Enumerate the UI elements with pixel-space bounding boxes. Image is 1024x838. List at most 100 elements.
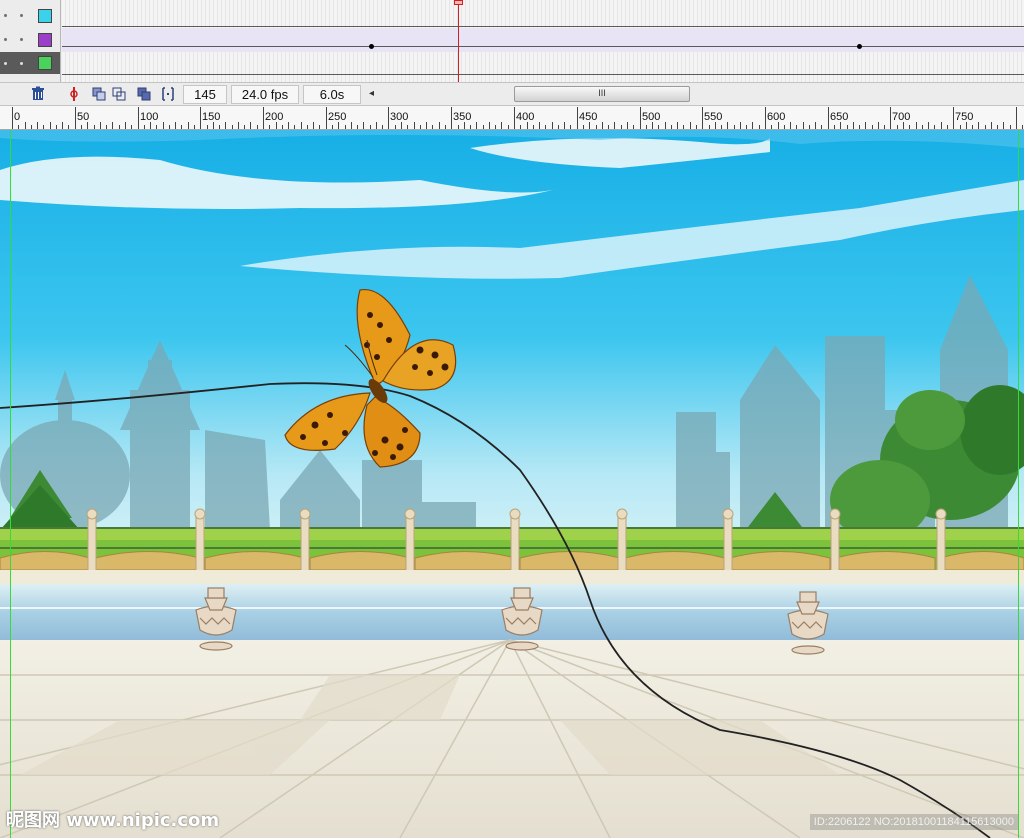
ruler-tick	[671, 125, 672, 129]
ruler-tick	[702, 107, 703, 129]
outline-color-icon[interactable]	[38, 9, 52, 23]
ruler-tick	[43, 125, 44, 129]
stage-left-guide	[10, 130, 11, 838]
watermark-brand: 昵图网 www.nipic.com	[6, 810, 220, 831]
ruler-tick	[796, 125, 797, 129]
ruler-tick	[50, 122, 51, 129]
ruler-tick	[269, 125, 270, 129]
ruler-tick	[37, 122, 38, 129]
ruler-label: 700	[892, 111, 911, 123]
ruler-tick	[834, 125, 835, 129]
frame-row-1[interactable]	[62, 4, 1024, 28]
ruler-tick	[621, 125, 622, 129]
ruler-tick	[683, 125, 684, 129]
center-frame-icon[interactable]	[66, 86, 82, 102]
ruler-tick	[897, 125, 898, 129]
ruler-tick	[646, 125, 647, 129]
ruler-tick	[458, 125, 459, 129]
visibility-dot[interactable]	[20, 62, 23, 65]
ruler-tick	[790, 122, 791, 129]
ruler-tick	[514, 107, 515, 129]
lock-dot[interactable]	[4, 38, 7, 41]
frame-grid[interactable]	[62, 0, 1024, 82]
ruler-tick	[94, 125, 95, 129]
ruler-tick	[200, 107, 201, 129]
layer-row-2[interactable]	[0, 28, 60, 52]
ruler-tick	[376, 122, 377, 129]
elapsed-time-field: 6.0s	[303, 85, 361, 104]
ruler-tick	[232, 125, 233, 129]
onion-skin-icon[interactable]	[91, 86, 107, 102]
modify-markers-icon[interactable]	[160, 86, 176, 102]
horizontal-scrollbar-thumb[interactable]: III	[514, 86, 690, 102]
ruler-tick	[690, 122, 691, 129]
lock-dot[interactable]	[4, 62, 7, 65]
ruler-label: 300	[390, 111, 409, 123]
ruler-tick	[150, 122, 151, 129]
ruler-tick	[18, 125, 19, 129]
onion-skin-outline-icon[interactable]	[111, 86, 127, 102]
ruler-tick	[771, 125, 772, 129]
ruler-tick	[589, 122, 590, 129]
ruler-label: 450	[579, 111, 598, 123]
lock-dot[interactable]	[4, 14, 7, 17]
ruler-tick	[627, 122, 628, 129]
trash-icon[interactable]	[30, 86, 46, 102]
scroll-left-icon[interactable]: ◂	[369, 86, 385, 102]
keyframe[interactable]	[369, 44, 374, 49]
frame-row-2-tween[interactable]	[62, 28, 1024, 52]
ruler-tick	[464, 122, 465, 129]
ruler-tick	[734, 125, 735, 129]
ruler-tick	[276, 122, 277, 129]
ruler-tick	[225, 122, 226, 129]
keyframe[interactable]	[857, 44, 862, 49]
layer-row-3-selected[interactable]	[0, 52, 60, 74]
ruler-tick	[301, 122, 302, 129]
ruler-tick	[1010, 125, 1011, 129]
ruler-tick	[759, 125, 760, 129]
edit-multiple-frames-icon[interactable]	[136, 86, 152, 102]
ruler-label: 200	[265, 111, 284, 123]
visibility-dot[interactable]	[20, 14, 23, 17]
ruler-tick	[501, 122, 502, 129]
ruler-label: 400	[516, 111, 535, 123]
ruler-tick	[746, 125, 747, 129]
ruler-tick	[31, 125, 32, 129]
ruler-tick	[181, 125, 182, 129]
ruler-tick	[351, 122, 352, 129]
playhead-handle[interactable]	[454, 0, 463, 5]
ruler-tick	[439, 122, 440, 129]
ruler-tick	[564, 122, 565, 129]
horizontal-ruler: 0 50 100 150 200 250 300 350 400 450 500 550 600 650 7…	[0, 106, 1024, 130]
ruler-tick	[947, 125, 948, 129]
outline-color-icon[interactable]	[38, 56, 52, 70]
ruler-tick	[106, 125, 107, 129]
ruler-tick	[1003, 122, 1004, 129]
ruler-tick	[213, 122, 214, 129]
ruler-tick	[263, 107, 264, 129]
layer-row-1[interactable]	[0, 4, 60, 28]
ruler-tick	[633, 125, 634, 129]
ruler-tick	[407, 125, 408, 129]
frame-rate-field[interactable]: 24.0 fps	[231, 85, 299, 104]
ruler-tick	[445, 125, 446, 129]
ruler-tick	[401, 122, 402, 129]
ruler-tick	[527, 122, 528, 129]
ledge	[0, 570, 1024, 584]
ruler-tick	[677, 122, 678, 129]
ruler-tick	[119, 125, 120, 129]
current-frame-field[interactable]: 145	[183, 85, 227, 104]
ruler-tick	[872, 125, 873, 129]
playhead[interactable]	[458, 0, 459, 82]
ruler-tick	[752, 122, 753, 129]
ruler-tick	[25, 122, 26, 129]
ruler-tick	[62, 122, 63, 129]
outline-color-icon[interactable]	[38, 33, 52, 47]
frame-row-3[interactable]	[62, 52, 1024, 76]
ruler-tick	[244, 125, 245, 129]
visibility-dot[interactable]	[20, 38, 23, 41]
ruler-tick	[432, 125, 433, 129]
stage-canvas[interactable]	[0, 130, 1024, 838]
ruler-tick	[727, 122, 728, 129]
stage-scene	[0, 130, 1024, 838]
